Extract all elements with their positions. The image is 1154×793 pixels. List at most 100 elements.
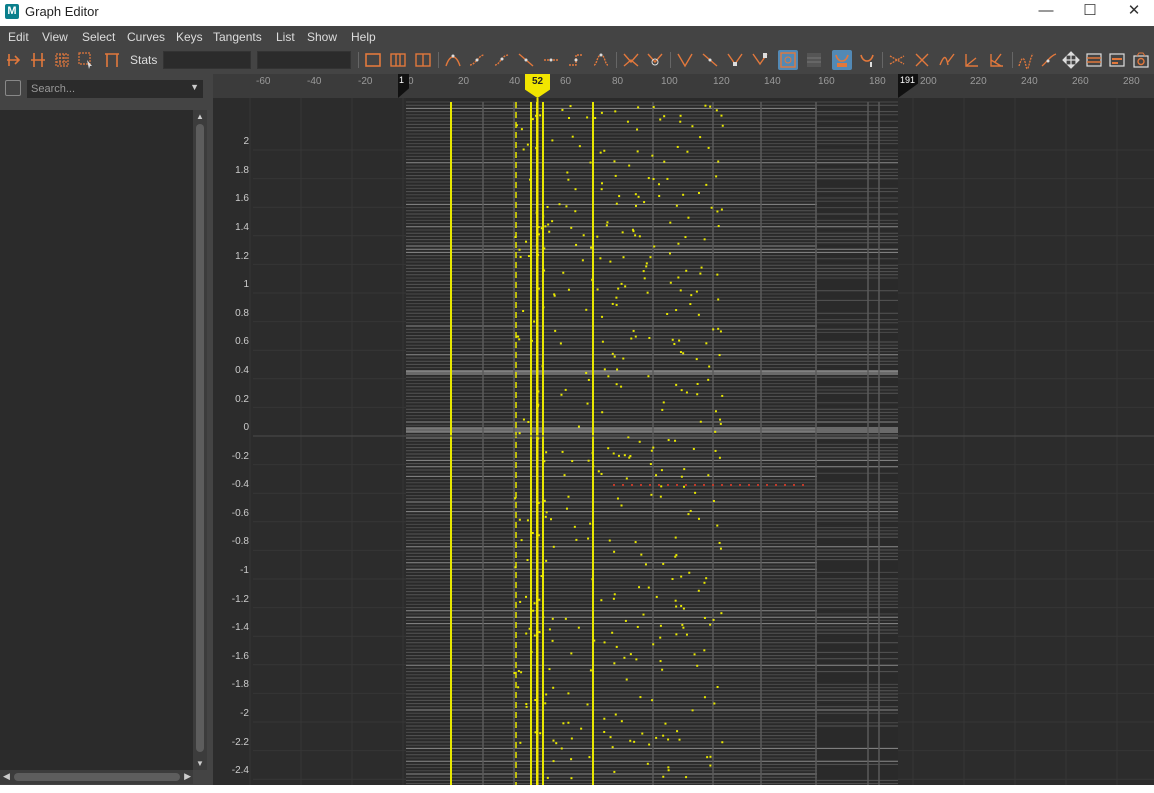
- keyframe: [615, 645, 618, 648]
- lattice-deform-icon[interactable]: [52, 50, 72, 70]
- outliner-horizontal-scrollbar[interactable]: ◀ ▶: [0, 770, 193, 784]
- post-infinity-cycle-icon[interactable]: [962, 50, 982, 70]
- scroll-down-icon[interactable]: ▼: [196, 759, 204, 768]
- ruler-tick-label: 280: [1123, 76, 1140, 87]
- open-time-editor-icon[interactable]: [1107, 50, 1127, 70]
- menu-list[interactable]: List: [276, 30, 295, 44]
- retime-tool-icon[interactable]: [102, 50, 122, 70]
- keyframe: [621, 231, 624, 234]
- scroll-right-icon[interactable]: ▶: [184, 771, 191, 782]
- move-nearest-key-icon[interactable]: [1061, 50, 1081, 70]
- frame-playback-range-icon[interactable]: [388, 50, 408, 70]
- keyframe: [645, 265, 648, 268]
- maximize-button[interactable]: ☐: [1068, 1, 1112, 23]
- flat-tangent-icon[interactable]: [541, 50, 561, 70]
- search-input[interactable]: Search... ▼: [27, 80, 203, 98]
- normalize-curves-icon[interactable]: [887, 50, 907, 70]
- keyframe: [685, 633, 688, 636]
- value-snap-icon[interactable]: [857, 50, 877, 70]
- graph-view[interactable]: -60 -40 -20 0 20 40 60 80 100 120 140 16…: [213, 74, 1154, 785]
- keyframe: [680, 575, 683, 578]
- time-ruler[interactable]: -60 -40 -20 0 20 40 60 80 100 120 140 16…: [213, 74, 1154, 98]
- move-key-tool-icon[interactable]: [4, 50, 24, 70]
- menu-view[interactable]: View: [42, 30, 68, 44]
- open-dope-sheet-icon[interactable]: [1039, 50, 1059, 70]
- stats-field-2[interactable]: [257, 51, 351, 69]
- keyframe: [578, 145, 581, 148]
- curve-infinity-icon[interactable]: [1016, 50, 1036, 70]
- menu-select[interactable]: Select: [82, 30, 115, 44]
- filter-icon[interactable]: [5, 80, 21, 96]
- keyframe: [620, 720, 623, 723]
- range-end-marker[interactable]: 191: [898, 74, 918, 98]
- stats-field-1[interactable]: [163, 51, 251, 69]
- outliner-list[interactable]: [0, 110, 193, 770]
- cycle-with-offset-icon[interactable]: [987, 50, 1007, 70]
- from-selection-icon[interactable]: [804, 50, 824, 70]
- y-tick-label: 0.8: [235, 308, 249, 319]
- auto-tangent-icon[interactable]: [443, 50, 463, 70]
- insert-key-tool-icon[interactable]: [28, 50, 48, 70]
- keyframe: [649, 484, 651, 486]
- menu-help[interactable]: Help: [351, 30, 376, 44]
- keyframe: [528, 627, 531, 630]
- close-button[interactable]: ✕: [1112, 1, 1154, 23]
- menu-edit[interactable]: Edit: [8, 30, 29, 44]
- keyframe: [539, 732, 542, 735]
- menu-keys[interactable]: Keys: [176, 30, 203, 44]
- current-time-marker[interactable]: 52: [525, 74, 550, 98]
- keyframe: [560, 747, 563, 750]
- menu-tangents[interactable]: Tangents: [213, 30, 262, 44]
- keyframe: [650, 493, 653, 496]
- chevron-down-icon[interactable]: ▼: [190, 82, 199, 92]
- spline-tangent-icon[interactable]: [467, 50, 487, 70]
- region-tool-icon[interactable]: [76, 50, 96, 70]
- keyframe: [632, 230, 635, 233]
- curve-outliner-panel: Search... ▼ ▲ ▼ ◀ ▶: [0, 74, 211, 785]
- keyframe: [708, 365, 711, 368]
- keyframe: [693, 653, 696, 656]
- minimize-button[interactable]: —: [1024, 1, 1068, 23]
- open-camera-sequencer-icon[interactable]: [1131, 50, 1151, 70]
- center-current-time-icon[interactable]: [413, 50, 433, 70]
- clamped-tangent-icon[interactable]: [492, 50, 512, 70]
- keyframe: [600, 472, 603, 475]
- keyframe: [601, 340, 604, 343]
- scrollbar-thumb[interactable]: [196, 124, 204, 752]
- unify-tangents-icon[interactable]: [700, 50, 720, 70]
- pre-infinity-cycle-icon[interactable]: [937, 50, 957, 70]
- scroll-left-icon[interactable]: ◀: [3, 771, 10, 782]
- ruler-tick-label: 120: [713, 76, 730, 87]
- open-trax-editor-icon[interactable]: [1084, 50, 1104, 70]
- keyframe: [696, 382, 699, 385]
- auto-load-selection-icon[interactable]: [778, 50, 798, 70]
- denormalize-curves-icon[interactable]: [912, 50, 932, 70]
- swap-buffer-curve-icon[interactable]: [645, 50, 665, 70]
- free-tangent-weight-icon[interactable]: [725, 50, 745, 70]
- scrollbar-thumb[interactable]: [14, 773, 180, 781]
- step-tangent-icon[interactable]: [566, 50, 586, 70]
- plateau-tangent-icon[interactable]: [591, 50, 611, 70]
- menu-show[interactable]: Show: [307, 30, 337, 44]
- outliner-vertical-scrollbar[interactable]: ▲ ▼: [193, 110, 207, 770]
- break-tangents-icon[interactable]: [675, 50, 695, 70]
- buffer-curve-snapshot-icon[interactable]: [621, 50, 641, 70]
- frame-all-icon[interactable]: [363, 50, 383, 70]
- curve-plot[interactable]: [213, 74, 1154, 785]
- lock-tangent-weight-icon[interactable]: [750, 50, 770, 70]
- range-start-marker[interactable]: 1: [398, 74, 409, 98]
- keyframe: [614, 713, 617, 716]
- keyframe: [533, 602, 536, 605]
- time-snap-icon[interactable]: [832, 50, 852, 70]
- maya-logo-icon: M: [5, 4, 19, 19]
- keyframe: [681, 623, 684, 626]
- keyframe: [685, 391, 688, 394]
- linear-tangent-icon[interactable]: [516, 50, 536, 70]
- keyframe: [564, 388, 567, 391]
- scroll-up-icon[interactable]: ▲: [196, 112, 204, 121]
- keyframe: [587, 459, 590, 462]
- keyframe: [531, 118, 534, 121]
- keyframe: [625, 477, 628, 480]
- keyframe: [687, 513, 690, 516]
- menu-curves[interactable]: Curves: [127, 30, 165, 44]
